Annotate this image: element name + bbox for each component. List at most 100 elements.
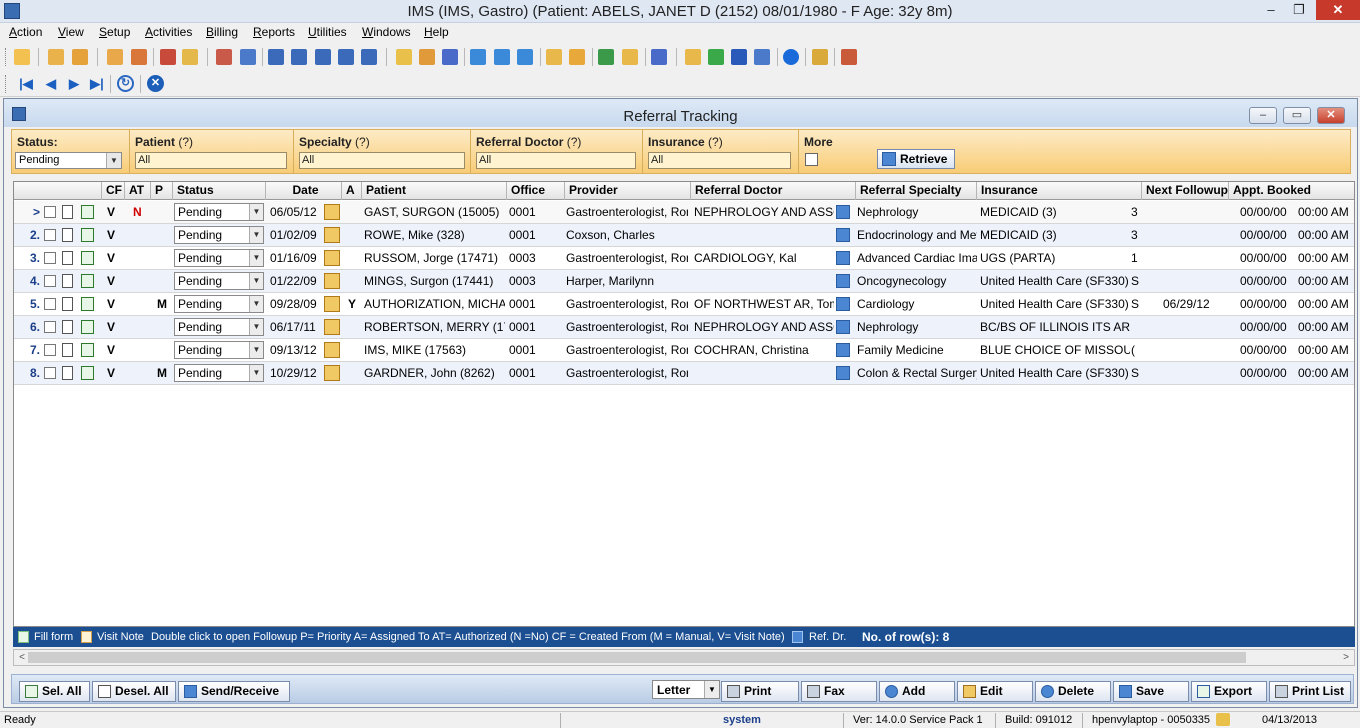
header-cf[interactable]: CF bbox=[102, 182, 125, 200]
followup-edit-icon[interactable] bbox=[324, 296, 340, 312]
ref-dr-icon[interactable] bbox=[836, 251, 850, 265]
row-checkbox[interactable] bbox=[44, 206, 56, 218]
menu-action[interactable]: Action bbox=[9, 25, 42, 39]
last-record-icon[interactable]: ▶| bbox=[89, 76, 105, 92]
status-select[interactable]: Pending ▼ bbox=[15, 152, 122, 169]
header-a[interactable]: A bbox=[342, 182, 362, 200]
followup-edit-icon[interactable] bbox=[324, 319, 340, 335]
table-row[interactable]: 2. V Pending ▼ 01/02/09 ROWE, Mike (328) 0001 C… bbox=[14, 224, 1354, 247]
chevron-down-icon[interactable]: ▼ bbox=[249, 319, 263, 335]
close-circle-icon[interactable]: ✕ bbox=[147, 75, 164, 92]
menu-help[interactable]: Help bbox=[424, 25, 449, 39]
user-icon[interactable] bbox=[48, 49, 64, 65]
help-icon[interactable] bbox=[783, 49, 799, 65]
payment-icon[interactable] bbox=[291, 49, 307, 65]
more-checkbox[interactable] bbox=[805, 153, 818, 166]
patient-input[interactable]: All bbox=[135, 152, 287, 169]
next-record-icon[interactable]: ▶ bbox=[66, 76, 82, 92]
minimize-button[interactable]: – bbox=[1256, 0, 1286, 20]
header-referral-doctor[interactable]: Referral Doctor bbox=[691, 182, 856, 200]
lock-icon[interactable] bbox=[812, 49, 828, 65]
ref-dr-icon[interactable] bbox=[836, 205, 850, 219]
followup-edit-icon[interactable] bbox=[324, 204, 340, 220]
chart-icon[interactable] bbox=[598, 49, 614, 65]
window-maximize-button[interactable]: ▭ bbox=[1283, 107, 1311, 124]
patient-icon[interactable] bbox=[14, 49, 30, 65]
word-icon[interactable] bbox=[731, 49, 747, 65]
row-checkbox[interactable] bbox=[44, 252, 56, 264]
fill-form-icon[interactable] bbox=[62, 320, 73, 334]
table-row[interactable]: 7. V Pending ▼ 09/13/12 IMS, MIKE (17563) 0001… bbox=[14, 339, 1354, 362]
specialty-input[interactable]: All bbox=[299, 152, 465, 169]
visit-note-icon[interactable] bbox=[81, 228, 94, 242]
header-insurance[interactable]: Insurance bbox=[977, 182, 1142, 200]
chevron-down-icon[interactable]: ▼ bbox=[249, 365, 263, 381]
patient-cell[interactable]: ROBERTSON, MERRY (1754 bbox=[364, 320, 505, 334]
window-minimize-button[interactable]: – bbox=[1249, 107, 1277, 124]
send-icon[interactable] bbox=[470, 49, 486, 65]
deselect-all-button[interactable]: Desel. All bbox=[92, 681, 176, 702]
lab-flask-icon[interactable] bbox=[182, 49, 198, 65]
fill-form-icon[interactable] bbox=[62, 343, 73, 357]
status-dropdown[interactable]: Pending ▼ bbox=[174, 318, 264, 336]
directory-icon[interactable] bbox=[651, 49, 667, 65]
sync-icon[interactable] bbox=[708, 49, 724, 65]
visit-note-icon[interactable] bbox=[81, 274, 94, 288]
status-dropdown[interactable]: Pending ▼ bbox=[174, 295, 264, 313]
followup-edit-icon[interactable] bbox=[324, 273, 340, 289]
window-close-button[interactable]: ✕ bbox=[1317, 107, 1345, 124]
patient-cell[interactable]: ROWE, Mike (328) bbox=[364, 228, 505, 242]
folder-icon[interactable] bbox=[107, 49, 123, 65]
patient-cell[interactable]: MINGS, Surgon (17441) bbox=[364, 274, 505, 288]
status-dropdown[interactable]: Pending ▼ bbox=[174, 203, 264, 221]
followup-edit-icon[interactable] bbox=[324, 227, 340, 243]
header-patient[interactable]: Patient bbox=[362, 182, 507, 200]
fax-icon[interactable] bbox=[494, 49, 510, 65]
visit-note-icon[interactable] bbox=[81, 343, 94, 357]
chevron-down-icon[interactable]: ▼ bbox=[249, 342, 263, 358]
menu-windows[interactable]: Windows bbox=[362, 25, 411, 39]
menu-reports[interactable]: Reports bbox=[253, 25, 295, 39]
user-edit-icon[interactable] bbox=[72, 49, 88, 65]
header-p[interactable]: P bbox=[151, 182, 173, 200]
patient-cell[interactable]: GAST, SURGON (15005) bbox=[364, 205, 505, 219]
letter-select[interactable]: Letter ▼ bbox=[652, 680, 720, 699]
header-provider[interactable]: Provider bbox=[565, 182, 691, 200]
header-date[interactable]: Date bbox=[266, 182, 342, 200]
fax-button[interactable]: Fax bbox=[801, 681, 877, 702]
statement-icon[interactable] bbox=[361, 49, 377, 65]
header-appt-booked[interactable]: Appt. Booked bbox=[1229, 182, 1354, 200]
menu-billing[interactable]: Billing bbox=[206, 25, 238, 39]
table-row[interactable]: 6. V Pending ▼ 06/17/11 ROBERTSON, MERRY (175… bbox=[14, 316, 1354, 339]
scroll-left-icon[interactable]: < bbox=[15, 651, 29, 665]
ref-dr-icon[interactable] bbox=[836, 297, 850, 311]
table-row[interactable]: 8. V M Pending ▼ 10/29/12 GARDNER, John (8262)… bbox=[14, 362, 1354, 385]
export-button[interactable]: Export bbox=[1191, 681, 1267, 702]
refresh-icon[interactable]: ↻ bbox=[117, 75, 134, 92]
fill-form-icon[interactable] bbox=[62, 251, 73, 265]
fill-form-icon[interactable] bbox=[62, 297, 73, 311]
visit-note-icon[interactable] bbox=[81, 205, 94, 219]
visit-note-icon[interactable] bbox=[81, 320, 94, 334]
followup-edit-icon[interactable] bbox=[324, 365, 340, 381]
forms-icon[interactable] bbox=[240, 49, 256, 65]
status-dropdown[interactable]: Pending ▼ bbox=[174, 249, 264, 267]
messages-icon[interactable] bbox=[517, 49, 533, 65]
previous-record-icon[interactable]: ◀ bbox=[43, 76, 59, 92]
scroll-thumb[interactable] bbox=[28, 652, 1246, 663]
chevron-down-icon[interactable]: ▼ bbox=[249, 250, 263, 266]
close-button[interactable]: ✕ bbox=[1316, 0, 1360, 20]
menu-setup[interactable]: Setup bbox=[99, 25, 130, 39]
fill-form-icon[interactable] bbox=[62, 274, 73, 288]
header-at[interactable]: AT bbox=[125, 182, 151, 200]
ref-dr-icon[interactable] bbox=[836, 320, 850, 334]
status-dropdown[interactable]: Pending ▼ bbox=[174, 341, 264, 359]
chevron-down-icon[interactable]: ▼ bbox=[249, 227, 263, 243]
ref-dr-icon[interactable] bbox=[836, 366, 850, 380]
header-office[interactable]: Office bbox=[507, 182, 565, 200]
patient-cell[interactable]: GARDNER, John (8262) bbox=[364, 366, 505, 380]
status-dropdown[interactable]: Pending ▼ bbox=[174, 226, 264, 244]
delete-button[interactable]: Delete bbox=[1035, 681, 1111, 702]
ref-dr-icon[interactable] bbox=[836, 274, 850, 288]
row-checkbox[interactable] bbox=[44, 298, 56, 310]
